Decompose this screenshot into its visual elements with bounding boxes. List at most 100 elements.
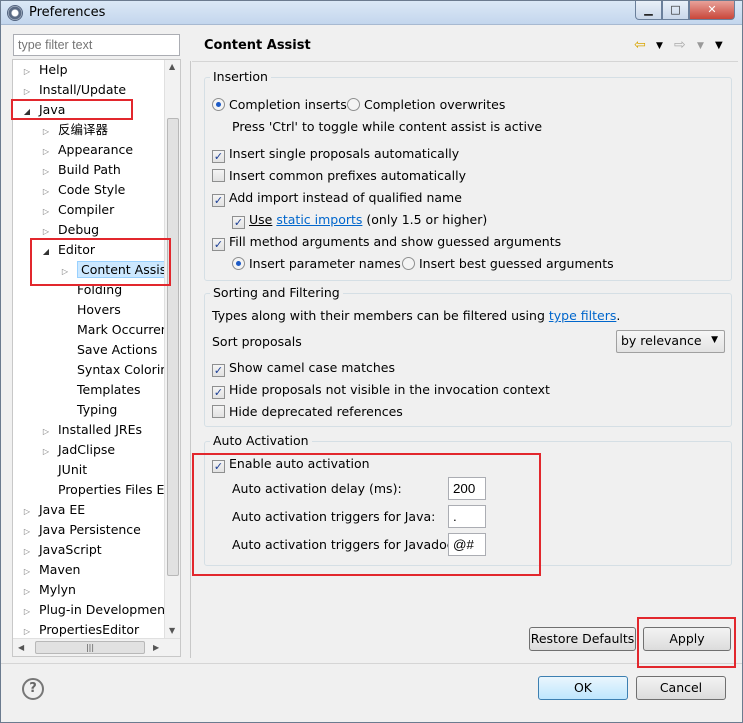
add-import-checkbox[interactable]: ✓ Add import instead of qualified name (212, 189, 462, 207)
tree-item[interactable]: ▷ Plug-in Development (21, 600, 170, 620)
fill-method-checkbox[interactable]: ✓ Fill method arguments and show guessed … (212, 233, 561, 251)
tree-item-label: Code Style (58, 182, 126, 197)
forward-dropdown-icon[interactable]: ▼ (697, 41, 704, 51)
tree-item-label: Save Actions (77, 342, 158, 357)
radio-label: Completion inserts (229, 97, 347, 112)
collapsed-icon[interactable]: ▷ (21, 502, 33, 522)
collapsed-icon[interactable]: ▷ (21, 602, 33, 622)
auto-activation-label: Auto Activation (210, 433, 312, 448)
tree-item-label: Debug (58, 222, 100, 237)
tree-item[interactable]: ▷ Compiler (40, 200, 114, 220)
checkbox-checked[interactable]: ✓ (212, 194, 225, 207)
collapsed-icon[interactable]: ▷ (40, 442, 52, 462)
tree-item[interactable]: Syntax Coloring (59, 360, 176, 380)
hide-deprecated-checkbox[interactable]: Hide deprecated references (212, 403, 403, 421)
collapsed-icon[interactable]: ▷ (40, 422, 52, 442)
scroll-right-icon[interactable]: ▶ (153, 643, 159, 652)
tree-vertical-thumb[interactable] (167, 118, 179, 576)
tree-item[interactable]: ▷ Mylyn (21, 580, 76, 600)
single-proposals-checkbox[interactable]: ✓ Insert single proposals automatically (212, 145, 459, 163)
bottom-separator (1, 663, 742, 664)
checkbox-unchecked[interactable] (212, 405, 225, 418)
scroll-left-icon[interactable]: ◀ (18, 643, 24, 652)
tree-item-label: Mylyn (39, 582, 76, 597)
completion-inserts-radio[interactable]: Completion inserts (212, 96, 347, 114)
tree-item[interactable]: Save Actions (59, 340, 157, 360)
tree-item[interactable]: ▷ Build Path (40, 160, 121, 180)
checkbox-checked[interactable]: ✓ (212, 150, 225, 163)
collapsed-icon[interactable]: ▷ (40, 202, 52, 222)
type-filters-link[interactable]: type filters (549, 308, 617, 323)
tree-item[interactable]: ▷ Install/Update (21, 80, 126, 100)
cancel-button[interactable]: Cancel (636, 676, 726, 700)
static-imports-checkbox[interactable]: ✓ Use static imports (only 1.5 or higher) (232, 211, 487, 229)
types-filter-text: Types along with their members can be fi… (212, 307, 620, 325)
maximize-icon[interactable]: □ (662, 1, 689, 20)
collapsed-icon[interactable]: ▷ (21, 582, 33, 602)
collapsed-icon[interactable]: ▷ (40, 122, 52, 142)
restore-defaults-button[interactable]: Restore Defaults (529, 627, 636, 651)
radio-off[interactable] (402, 257, 415, 270)
chevron-down-icon: ▼ (711, 335, 718, 345)
minimize-icon[interactable]: ▁ (635, 1, 662, 20)
tree-item[interactable]: ▷ JadClipse (40, 440, 115, 460)
tree-item[interactable]: ▷ 反编译器 (40, 120, 108, 140)
pane-divider[interactable] (190, 61, 191, 658)
tree-item[interactable]: ▷ Code Style (40, 180, 125, 200)
tree-item[interactable]: ▷ Appearance (40, 140, 133, 160)
tree-item[interactable]: Mark Occurren (59, 320, 169, 340)
radio-on[interactable] (212, 98, 225, 111)
radio-on[interactable] (232, 257, 245, 270)
tree-item-label: JadClipse (58, 442, 116, 457)
tree-item[interactable]: ▷ Java EE (21, 500, 85, 520)
close-icon[interactable]: ✕ (689, 1, 735, 20)
scroll-up-icon[interactable]: ▲ (169, 62, 175, 71)
checkbox-checked[interactable]: ✓ (212, 364, 225, 377)
collapsed-icon[interactable]: ▷ (40, 162, 52, 182)
tree-horizontal-thumb[interactable]: ||| (35, 641, 145, 654)
tree-item[interactable]: Hovers (59, 300, 121, 320)
tree-item[interactable]: ▷ Java Persistence (21, 520, 141, 540)
collapsed-icon[interactable]: ▷ (21, 522, 33, 542)
tree-vertical-scrollbar[interactable]: ▲ ▼ (164, 60, 180, 638)
collapsed-icon[interactable]: ▷ (40, 142, 52, 162)
scroll-down-icon[interactable]: ▼ (169, 626, 175, 635)
collapsed-icon[interactable]: ▷ (21, 542, 33, 562)
tree-item[interactable]: ▷ PropertiesEditor (21, 620, 139, 640)
camel-case-checkbox[interactable]: ✓ Show camel case matches (212, 359, 395, 377)
tree-item[interactable]: ▷ Help (21, 60, 68, 80)
sort-proposals-select[interactable]: by relevance ▼ (616, 330, 725, 353)
help-icon[interactable]: ? (22, 678, 44, 700)
collapsed-icon[interactable]: ▷ (21, 62, 33, 82)
tree-item[interactable]: ▷ Maven (21, 560, 81, 582)
back-arrow-icon[interactable]: ⇦ (634, 37, 646, 53)
ok-button[interactable]: OK (538, 676, 628, 700)
tree-item[interactable]: ▷ Debug (40, 220, 99, 240)
tree-item[interactable]: JUnit (40, 460, 87, 480)
tree-item[interactable]: Typing (59, 400, 117, 420)
types-text: Types along with their members can be fi… (212, 308, 545, 323)
back-dropdown-icon[interactable]: ▼ (656, 41, 663, 51)
tree-item[interactable]: ▷ JavaScript (21, 540, 102, 560)
radio-off[interactable] (347, 98, 360, 111)
tree-item[interactable]: ▷ Installed JREs (40, 420, 142, 440)
forward-arrow-icon[interactable]: ⇨ (674, 37, 686, 53)
checkbox-checked[interactable]: ✓ (212, 386, 225, 399)
tree-horizontal-scrollbar[interactable]: ◀ ||| ▶ (13, 638, 180, 656)
hide-not-visible-checkbox[interactable]: ✓ Hide proposals not visible in the invoc… (212, 381, 550, 399)
best-guessed-radio[interactable]: Insert best guessed arguments (402, 255, 614, 273)
tree-item-label: JUnit (58, 462, 88, 477)
filter-input[interactable] (13, 34, 180, 56)
static-imports-link[interactable]: static imports (276, 212, 362, 227)
checkbox-checked[interactable]: ✓ (232, 216, 245, 229)
view-menu-icon[interactable]: ▼ (715, 40, 723, 51)
tree-item[interactable]: Templates (59, 380, 141, 400)
common-prefixes-checkbox[interactable]: Insert common prefixes automatically (212, 167, 466, 185)
collapsed-icon[interactable]: ▷ (40, 182, 52, 202)
checkbox-checked[interactable]: ✓ (212, 238, 225, 251)
collapsed-icon[interactable]: ▷ (21, 562, 33, 582)
tree-item[interactable]: Properties Files Ed (40, 480, 172, 500)
checkbox-unchecked[interactable] (212, 169, 225, 182)
completion-overwrites-radio[interactable]: Completion overwrites (347, 96, 505, 114)
param-names-radio[interactable]: Insert parameter names (232, 255, 401, 273)
